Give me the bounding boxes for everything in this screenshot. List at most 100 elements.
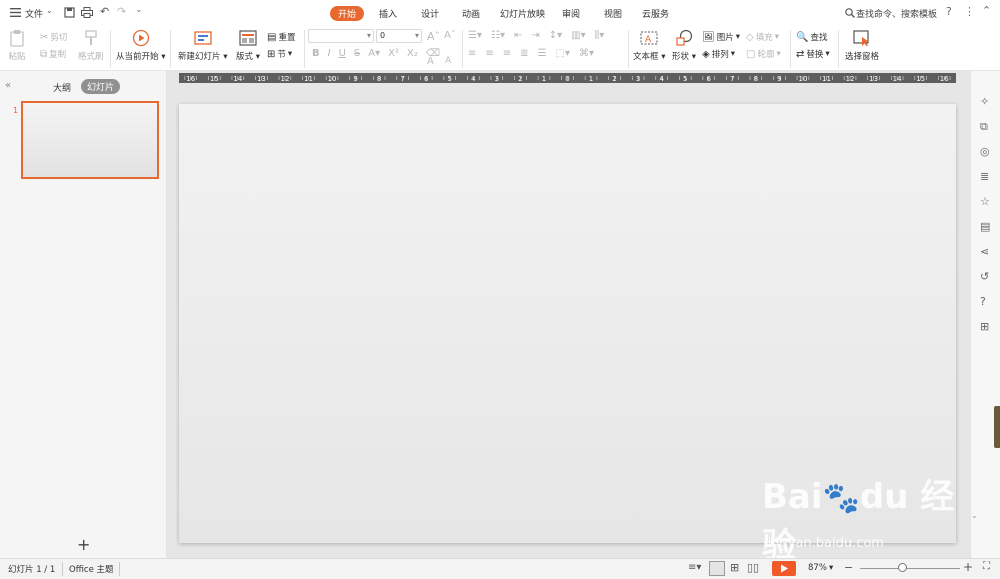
smart-art-icon[interactable]: ⌘▾ [579,48,594,59]
copy-icon: ⧉ [40,48,48,60]
play-from-current-button[interactable]: 从当前开始 ▾ [116,29,165,62]
fit-window-icon[interactable]: ⛶ [983,561,990,572]
superscript-icon[interactable]: X² [388,48,399,59]
collapse-panel-icon[interactable]: « [5,80,11,91]
play-slideshow-button[interactable] [772,561,796,576]
print-icon[interactable] [81,7,93,18]
shape-label: 形状 ▾ [672,52,696,62]
reading-view-icon[interactable]: ▯▯ [747,561,759,574]
increase-indent-icon[interactable]: ⇥ [531,30,539,41]
template-icon[interactable]: ▤ [980,220,992,233]
search-command-input[interactable]: 查找命令、搜索模板 [856,7,937,20]
shrink-font-icon[interactable]: Aˇ [444,30,456,41]
quick-access-dropdown-icon[interactable]: ⌄ [135,5,143,15]
text-direction-icon[interactable]: ⫼▾ [595,30,605,41]
fill-button[interactable]: ◇ 填充 ▾ [746,31,779,44]
scroll-down-icon[interactable]: ⌄ [971,511,978,520]
tab-6[interactable]: 视图 [604,7,622,20]
decrease-font-icon[interactable]: A [445,56,451,66]
undo-icon[interactable]: ↶ [100,5,109,18]
grow-font-icon[interactable]: Aˆ [427,30,440,43]
help-circle-icon[interactable]: ? [980,295,992,308]
search-icon[interactable] [845,8,855,18]
more-options-icon[interactable]: ⋮ [964,5,975,18]
format-painter-button[interactable]: 格式刷 [78,29,104,62]
divider [170,30,171,68]
find-button[interactable]: 🔍 查找 [796,31,827,44]
align-left-icon[interactable]: ≡ [468,48,476,59]
cut-label: 剪切 [50,33,68,43]
chevron-down-icon[interactable]: ▾ [829,563,833,573]
tab-3[interactable]: 动画 [462,7,480,20]
section-button[interactable]: ⊞ 节 ▾ [267,48,292,61]
picture-button[interactable]: 🖼 图片 ▾ [702,31,740,44]
normal-view-icon[interactable] [709,561,725,576]
transition-icon[interactable]: ⧉ [980,120,992,133]
collapse-ribbon-icon[interactable]: ⌃ [982,4,991,17]
history-icon[interactable]: ↺ [980,270,992,283]
text-align-icon[interactable]: ⬚▾ [556,48,570,59]
tab-0[interactable]: 开始 [330,6,365,21]
subscript-icon[interactable]: X₂ [407,48,418,59]
cut-button[interactable]: ✂ 剪切 [40,31,68,44]
underline-button[interactable]: U [339,48,346,59]
file-menu[interactable]: 文件 [25,7,43,20]
bullet-list-icon[interactable]: ☰▾ [468,30,482,41]
font-size-value: 0 [380,31,386,40]
line-spacing-icon[interactable]: ↕▾ [549,30,562,41]
hamburger-menu-icon[interactable] [10,8,21,17]
textbox-button[interactable]: A 文本框 ▾ [633,29,665,62]
animation-icon[interactable]: ✧ [980,95,992,108]
paste-button[interactable]: 粘贴 [8,29,26,62]
properties-icon[interactable]: ≣ [980,170,992,183]
apps-grid-icon[interactable]: ⊞ [980,320,992,333]
font-color-icon[interactable]: A▾ [368,48,380,59]
zoom-in-icon[interactable]: + [963,560,973,574]
tab-outline[interactable]: 大纲 [53,81,71,94]
align-right-icon[interactable]: ≡ [503,48,511,59]
font-size-select[interactable]: 0 ▾ [376,29,422,43]
italic-button[interactable]: I [328,48,331,59]
side-widget[interactable] [994,406,1000,448]
tab-2[interactable]: 设计 [421,7,439,20]
shape-button[interactable]: 形状 ▾ [672,29,696,62]
tab-slides[interactable]: 幻灯片 [81,79,121,94]
arrange-button[interactable]: ◈ 排列 ▾ [702,48,735,61]
zoom-slider-thumb[interactable] [898,563,907,572]
numbered-list-icon[interactable]: ☷▾ [491,30,505,41]
replace-button[interactable]: ⇄ 替换 ▾ [796,48,830,61]
help-icon[interactable]: ? [946,5,952,18]
decrease-indent-icon[interactable]: ⇤ [514,30,522,41]
tab-4[interactable]: 幻灯片放映 [500,7,545,20]
select-pane-button[interactable]: 选择窗格 [845,29,879,62]
justify-icon[interactable]: ≣ [520,48,528,59]
slide-thumbnail[interactable] [21,101,159,179]
outline-button[interactable]: ▢ 轮廓 ▾ [746,48,781,61]
redo-icon[interactable]: ↷ [117,5,126,18]
slide-sorter-icon[interactable]: ⊞ [730,561,739,574]
align-center-icon[interactable]: ≡ [485,48,493,59]
tab-1[interactable]: 插入 [379,7,397,20]
tab-7[interactable]: 云服务 [642,7,669,20]
file-dropdown-icon[interactable]: ⌄ [46,6,53,15]
distribute-icon[interactable]: ☰ [538,48,547,59]
copy-button[interactable]: ⧉ 复制 [40,48,66,61]
reset-button[interactable]: ▤ 重置 [267,31,295,44]
clear-format-icon[interactable]: ⌫ [426,48,440,59]
strikethrough-button[interactable]: S [354,48,360,59]
notes-icon[interactable]: ≡▾ [688,562,701,573]
add-slide-icon[interactable]: + [77,535,90,554]
save-icon[interactable] [64,7,75,18]
share-icon[interactable]: ⋖ [980,245,992,258]
fill-bucket-icon: ◇ [746,31,754,43]
font-name-select[interactable]: ▾ [308,29,374,43]
new-slide-button[interactable]: 新建幻灯片 ▾ [178,29,227,62]
bold-button[interactable]: B [312,48,320,59]
zoom-slider-track[interactable] [860,568,960,569]
tab-5[interactable]: 审阅 [562,7,580,20]
star-icon[interactable]: ☆ [980,195,992,208]
layout-button[interactable]: 版式 ▾ [236,29,260,62]
zoom-out-icon[interactable]: − [844,561,853,574]
columns-icon[interactable]: ▥▾ [571,30,585,41]
shape-style-icon[interactable]: ◎ [980,145,992,158]
